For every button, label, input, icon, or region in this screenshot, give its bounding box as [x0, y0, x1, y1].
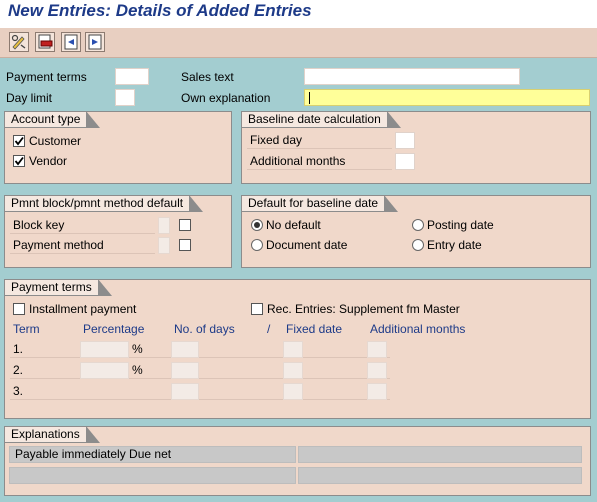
customer-label: Customer: [29, 134, 82, 148]
explanation-line-2: [9, 467, 296, 484]
no-default-radio[interactable]: [251, 219, 263, 231]
entry-date-radio[interactable]: [412, 239, 424, 251]
sales-text-label: Sales text: [181, 70, 234, 84]
own-explanation-label: Own explanation: [181, 91, 271, 105]
col-days: No. of days: [174, 322, 235, 336]
checkmark-icon: [14, 136, 24, 146]
payment-terms-input[interactable]: [115, 68, 149, 85]
display-change-button[interactable]: [9, 32, 29, 52]
day-limit-input[interactable]: [115, 89, 135, 106]
installment-checkbox[interactable]: [13, 303, 25, 315]
days-input[interactable]: [171, 383, 199, 400]
pmnt-block-group: Pmnt block/pmnt method default Block key…: [4, 195, 232, 268]
title-bar: New Entries: Details of Added Entries: [0, 0, 597, 28]
table-row: 3.: [10, 383, 390, 400]
pmnt-block-title: Pmnt block/pmnt method default: [4, 195, 204, 212]
baseline-calc-group: Baseline date calculation Fixed day Addi…: [241, 111, 591, 184]
rec-entries-label: Rec. Entries: Supplement fm Master: [267, 302, 460, 316]
fixed-day-row: Fixed day: [247, 132, 392, 149]
payment-terms-label: Payment terms: [6, 70, 87, 84]
additional-months-cell-input[interactable]: [367, 383, 387, 400]
next-entry-button[interactable]: [85, 32, 105, 52]
delete-icon: [38, 34, 53, 49]
additional-months-input[interactable]: [395, 153, 415, 170]
col-slash: /: [267, 322, 271, 336]
explanations-title: Explanations: [4, 426, 100, 443]
explanation-line-1: Payable immediately Due net: [9, 446, 296, 463]
table-row: 1. %: [10, 341, 390, 358]
text-cursor: [309, 92, 310, 104]
table-row: 2. %: [10, 362, 390, 379]
posting-date-label: Posting date: [427, 218, 494, 232]
additional-months-cell-input[interactable]: [367, 341, 387, 358]
installment-label: Installment payment: [29, 302, 137, 316]
additional-months-label: Additional months: [250, 154, 346, 168]
explanation-line-1b: [298, 446, 582, 463]
document-date-radio[interactable]: [251, 239, 263, 251]
next-entry-icon: [88, 34, 102, 50]
vendor-checkbox[interactable]: [13, 155, 25, 167]
payment-method-input[interactable]: [158, 237, 170, 254]
term-number: 3.: [13, 384, 24, 398]
baseline-calc-title: Baseline date calculation: [241, 111, 401, 128]
fixed-day-input[interactable]: [395, 132, 415, 149]
vendor-label: Vendor: [29, 154, 68, 168]
fixed-date-input[interactable]: [283, 383, 303, 400]
additional-months-cell-input[interactable]: [367, 362, 387, 379]
col-fixed-date: Fixed date: [286, 322, 343, 336]
days-input[interactable]: [171, 341, 199, 358]
block-key-label: Block key: [13, 218, 65, 232]
page-title: New Entries: Details of Added Entries: [8, 1, 312, 20]
application-toolbar: [0, 28, 597, 58]
delete-button[interactable]: [35, 32, 55, 52]
percent-unit: %: [132, 363, 143, 377]
explanations-group: Explanations Payable immediately Due net: [4, 426, 591, 496]
entry-date-label: Entry date: [427, 238, 482, 252]
fixed-date-input[interactable]: [283, 341, 303, 358]
explanation-line-2b: [298, 467, 582, 484]
percentage-input[interactable]: [80, 362, 129, 379]
customer-checkbox[interactable]: [13, 135, 25, 147]
account-type-title: Account type: [4, 111, 101, 128]
document-date-label: Document date: [266, 238, 348, 252]
fixed-day-label: Fixed day: [250, 133, 303, 147]
fixed-date-input[interactable]: [283, 362, 303, 379]
display-change-icon: [11, 34, 26, 50]
previous-entry-icon: [64, 34, 78, 50]
payment-method-row: Payment method: [10, 237, 155, 254]
checkmark-icon: [14, 156, 24, 166]
term-number: 2.: [13, 363, 24, 377]
term-number: 1.: [13, 342, 24, 356]
block-key-row: Block key: [10, 217, 155, 234]
default-baseline-title: Default for baseline date: [241, 195, 399, 212]
account-type-group: Account type Customer Vendor: [4, 111, 232, 184]
additional-months-row: Additional months: [247, 153, 392, 170]
block-key-checkbox[interactable]: [179, 219, 191, 231]
payment-terms-group: Payment terms Installment payment Rec. E…: [4, 279, 591, 419]
col-percentage: Percentage: [83, 322, 145, 336]
posting-date-radio[interactable]: [412, 219, 424, 231]
col-term: Term: [13, 322, 40, 336]
block-key-input[interactable]: [158, 217, 170, 234]
radio-dot: [254, 222, 260, 228]
payment-terms-title: Payment terms: [4, 279, 112, 296]
col-additional-months: Additional months: [370, 322, 466, 336]
rec-entries-checkbox[interactable]: [251, 303, 263, 315]
payment-method-label: Payment method: [13, 238, 104, 252]
no-default-label: No default: [266, 218, 321, 232]
own-explanation-input[interactable]: [304, 89, 590, 106]
days-input[interactable]: [171, 362, 199, 379]
payment-method-checkbox[interactable]: [179, 239, 191, 251]
percent-unit: %: [132, 342, 143, 356]
percentage-input[interactable]: [80, 341, 129, 358]
previous-entry-button[interactable]: [61, 32, 81, 52]
day-limit-label: Day limit: [6, 91, 53, 105]
default-baseline-group: Default for baseline date No default Doc…: [241, 195, 591, 268]
sales-text-input[interactable]: [304, 68, 520, 85]
